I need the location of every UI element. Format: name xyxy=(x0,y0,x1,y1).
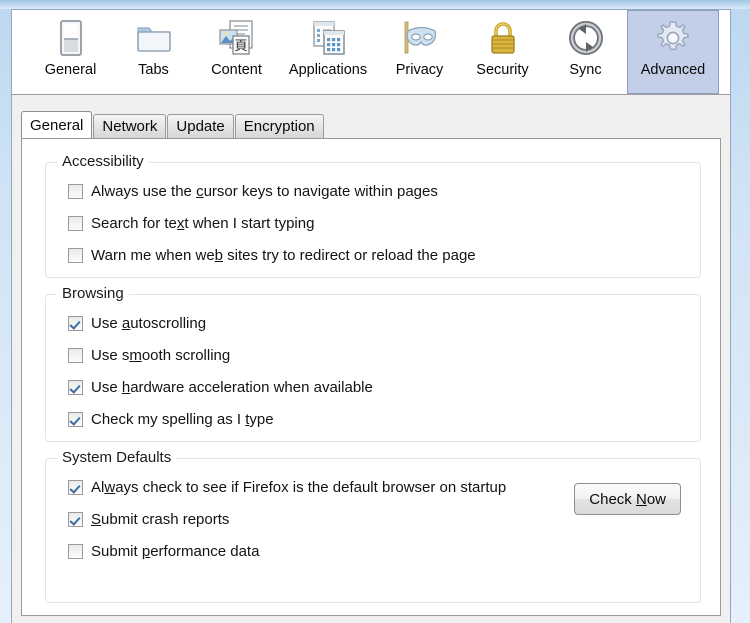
toolbar-tab-label: Privacy xyxy=(395,62,444,78)
checkbox-row-default-browser-check[interactable]: Always check to see if Firefox is the de… xyxy=(68,476,506,498)
toolbar-tab-sync[interactable]: Sync xyxy=(544,10,627,94)
subtab-network[interactable]: Network xyxy=(93,114,167,138)
advanced-panel: General Network Update Encryption Access… xyxy=(12,95,730,623)
checkbox-warn-redirect[interactable] xyxy=(68,247,83,263)
checkbox-label: Check my spelling as I type xyxy=(91,410,274,428)
subtab-label: Encryption xyxy=(243,118,315,135)
checkbox-row-spell-check[interactable]: Check my spelling as I type xyxy=(68,408,274,430)
checkbox-performance-data[interactable] xyxy=(68,543,83,559)
subtab-general[interactable]: General xyxy=(21,111,93,138)
checkbox-row-autoscrolling[interactable]: Use autoscrolling xyxy=(68,312,206,334)
toolbar-tab-label: Sync xyxy=(569,62,602,78)
group-accessibility: Accessibility Always use the cursor keys… xyxy=(45,153,701,278)
toolbar-tab-label: Content xyxy=(211,62,262,78)
checkbox-label: Submit performance data xyxy=(91,542,260,560)
checkbox-label: Submit crash reports xyxy=(91,510,230,528)
padlock-icon xyxy=(483,18,523,58)
checkbox-smooth-scrolling[interactable] xyxy=(68,347,83,363)
subtab-update[interactable]: Update xyxy=(167,114,234,138)
toolbar-tab-label: Advanced xyxy=(640,62,706,78)
options-dialog: General Tabs 頁 Content Applications Priv… xyxy=(11,9,731,623)
general-switch-icon xyxy=(51,18,91,58)
sync-arrows-icon xyxy=(566,18,606,58)
group-legend: Accessibility xyxy=(57,153,149,170)
checkbox-row-hardware-acceleration[interactable]: Use hardware acceleration when available xyxy=(68,376,373,398)
options-icon-toolbar: General Tabs 頁 Content Applications Priv… xyxy=(12,10,730,95)
checkbox-label: Use hardware acceleration when available xyxy=(91,378,373,396)
folder-icon xyxy=(134,18,174,58)
checkbox-label: Always check to see if Firefox is the de… xyxy=(91,478,507,496)
group-system-defaults: System Defaults Always check to see if F… xyxy=(45,449,701,603)
checkbox-row-search-on-type[interactable]: Search for text when I start typing xyxy=(68,212,314,234)
title-bar xyxy=(0,0,750,9)
toolbar-tab-label: Tabs xyxy=(138,62,169,78)
checkbox-row-cursor-keys[interactable]: Always use the cursor keys to navigate w… xyxy=(68,180,438,202)
toolbar-tab-general[interactable]: General xyxy=(29,10,112,94)
check-now-button[interactable]: Check Now xyxy=(574,483,681,515)
check-now-label: Check Now xyxy=(589,490,666,508)
subtab-encryption[interactable]: Encryption xyxy=(234,114,324,138)
checkbox-label: Search for text when I start typing xyxy=(91,214,315,232)
toolbar-tab-advanced[interactable]: Advanced xyxy=(627,10,719,94)
checkbox-search-on-type[interactable] xyxy=(68,215,83,231)
checkbox-default-browser-check[interactable] xyxy=(68,479,83,495)
checkbox-hardware-acceleration[interactable] xyxy=(68,379,83,395)
svg-text:頁: 頁 xyxy=(234,39,247,54)
advanced-general-page: Accessibility Always use the cursor keys… xyxy=(21,138,721,616)
checkbox-label: Use smooth scrolling xyxy=(91,346,231,364)
group-legend: System Defaults xyxy=(57,449,177,466)
checkbox-label: Warn me when web sites try to redirect o… xyxy=(91,246,476,264)
toolbar-tab-label: Applications xyxy=(288,62,368,78)
checkbox-row-smooth-scrolling[interactable]: Use smooth scrolling xyxy=(68,344,230,366)
toolbar-tab-label: Security xyxy=(476,62,529,78)
subtab-label: Update xyxy=(176,118,225,135)
toolbar-tab-privacy[interactable]: Privacy xyxy=(378,10,461,94)
content-page-icon: 頁 xyxy=(217,18,257,58)
subtab-label: General xyxy=(30,116,84,134)
checkbox-row-crash-reports[interactable]: Submit crash reports xyxy=(68,508,229,530)
checkbox-row-performance-data[interactable]: Submit performance data xyxy=(68,540,259,562)
subtab-label: Network xyxy=(102,118,158,135)
toolbar-tab-label: General xyxy=(44,62,97,78)
checkbox-cursor-keys[interactable] xyxy=(68,183,83,199)
checkbox-autoscrolling[interactable] xyxy=(68,315,83,331)
toolbar-tab-content[interactable]: 頁 Content xyxy=(195,10,278,94)
group-legend: Browsing xyxy=(57,285,129,302)
checkbox-label: Use autoscrolling xyxy=(91,314,207,332)
toolbar-tab-security[interactable]: Security xyxy=(461,10,544,94)
applications-icon xyxy=(308,18,348,58)
group-browsing: Browsing Use autoscrolling Use smooth sc… xyxy=(45,285,701,442)
checkbox-label: Always use the cursor keys to navigate w… xyxy=(91,182,438,200)
checkbox-row-warn-redirect[interactable]: Warn me when web sites try to redirect o… xyxy=(68,244,476,266)
toolbar-tab-tabs[interactable]: Tabs xyxy=(112,10,195,94)
checkbox-crash-reports[interactable] xyxy=(68,511,83,527)
advanced-subtabs: General Network Update Encryption xyxy=(21,111,325,138)
mask-icon xyxy=(400,18,440,58)
gear-icon xyxy=(653,18,693,58)
window-frame: General Tabs 頁 Content Applications Priv… xyxy=(0,0,750,623)
checkbox-spell-check[interactable] xyxy=(68,411,83,427)
toolbar-tab-applications[interactable]: Applications xyxy=(278,10,378,94)
